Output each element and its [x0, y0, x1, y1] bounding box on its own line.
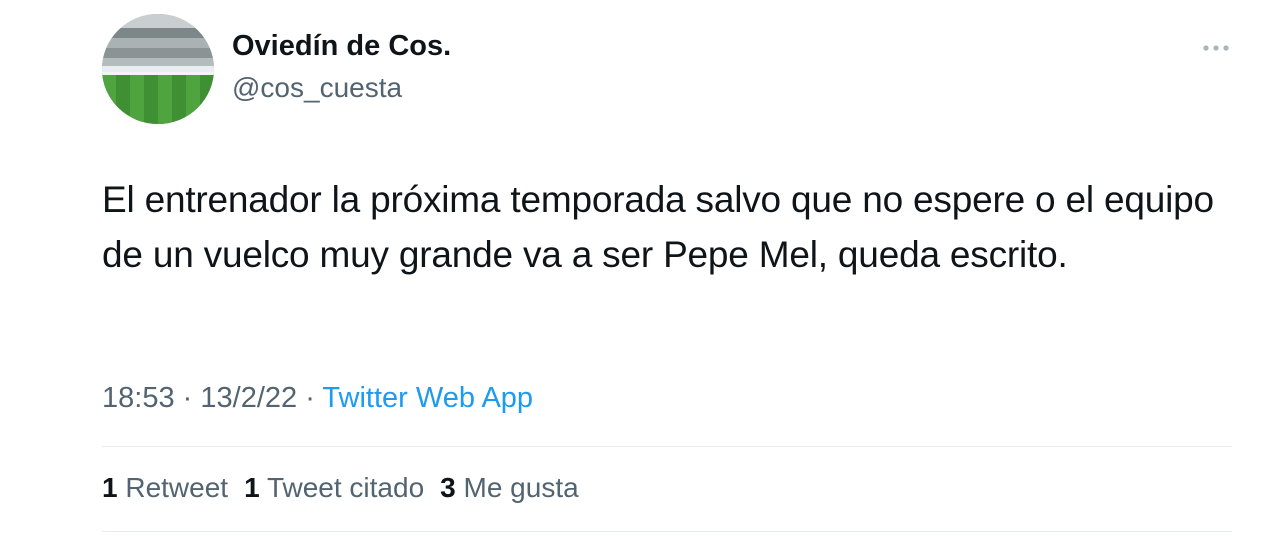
retweets-count: 1 [102, 472, 118, 503]
tweet-text: El entrenador la próxima temporada salvo… [102, 179, 1214, 275]
author-avatar[interactable] [102, 14, 214, 124]
likes-label: Me gusta [463, 472, 579, 503]
tweet-source-link[interactable]: Twitter Web App [322, 382, 533, 414]
tweet-card: Oviedín de Cos. @cos_cuesta El entrenado… [0, 0, 1280, 536]
quotes-stat[interactable]: 1 Tweet citado [244, 472, 424, 504]
tweet-meta: 18:53 · 13/2/22 · Twitter Web App [102, 382, 533, 415]
more-options-button[interactable] [1198, 34, 1234, 62]
retweets-label: Retweet [125, 472, 229, 503]
tweet-stats: 1 Retweet 1 Tweet citado 3 Me gusta [102, 472, 579, 504]
author-name[interactable]: Oviedín de Cos. [232, 30, 451, 63]
quotes-label: Tweet citado [266, 472, 425, 503]
retweets-stat[interactable]: 1 Retweet [102, 472, 228, 504]
meta-separator: · [182, 382, 193, 414]
author-handle[interactable]: @cos_cuesta [232, 72, 402, 104]
likes-stat[interactable]: 3 Me gusta [440, 472, 579, 504]
tweet-date[interactable]: 13/2/22 [200, 382, 297, 414]
quotes-count: 1 [244, 472, 260, 503]
divider [102, 531, 1232, 532]
likes-count: 3 [440, 472, 456, 503]
divider [102, 446, 1232, 447]
stadium-avatar-icon [102, 14, 214, 124]
meta-separator: · [305, 382, 315, 414]
tweet-time[interactable]: 18:53 [102, 382, 175, 414]
more-horizontal-icon [1203, 45, 1229, 51]
